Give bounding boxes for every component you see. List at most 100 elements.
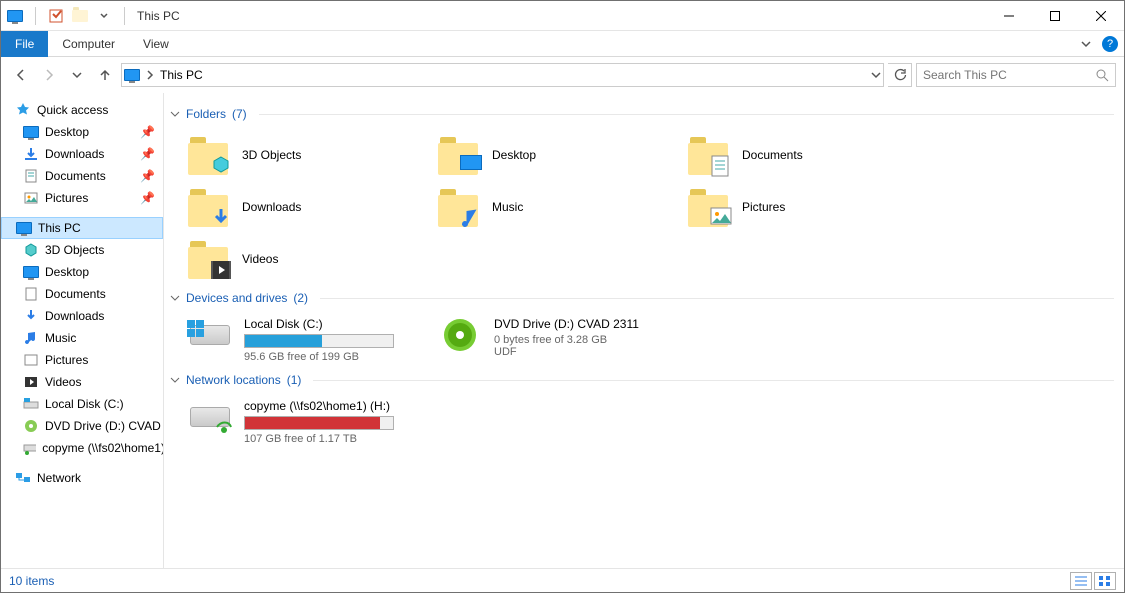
desktop-icon (23, 266, 39, 278)
documents-icon (23, 168, 39, 184)
folder-label: Downloads (242, 200, 301, 214)
sidebar-quickaccess[interactable]: Quick access (1, 99, 163, 121)
titlebar: This PC (1, 1, 1124, 31)
folder-item[interactable]: Documents (664, 129, 914, 181)
sidebar: Quick access Desktop📌 Downloads📌 Documen… (1, 93, 164, 568)
folder-item[interactable]: 3D Objects (164, 129, 414, 181)
sidebar-label: Network (37, 471, 81, 485)
search-box[interactable] (916, 63, 1116, 87)
drive-name: copyme (\\fs02\home1) (H:) (244, 399, 394, 413)
sidebar-item-localdisk[interactable]: Local Disk (C:) (1, 393, 163, 415)
qat-newfolder-icon[interactable] (72, 8, 88, 24)
downloads-icon (23, 146, 39, 162)
sidebar-item-videos[interactable]: Videos (1, 371, 163, 393)
ribbon: File Computer View ? (1, 31, 1124, 57)
ribbon-tab-file[interactable]: File (1, 31, 48, 57)
ribbon-tab-computer[interactable]: Computer (48, 31, 129, 57)
folder-item[interactable]: Downloads (164, 181, 414, 233)
netdrive-icon (23, 440, 36, 456)
star-icon (15, 102, 31, 118)
sidebar-item-desktop[interactable]: Desktop (1, 261, 163, 283)
navbar: This PC (1, 57, 1124, 93)
group-header-network[interactable]: Network locations (1) (170, 373, 1114, 387)
folder-icon (688, 135, 732, 175)
address-bar[interactable]: This PC (121, 63, 884, 87)
sidebar-item-pictures[interactable]: Pictures📌 (1, 187, 163, 209)
sidebar-item-pictures[interactable]: Pictures (1, 349, 163, 371)
documents-icon (23, 286, 39, 302)
search-icon (1095, 68, 1109, 82)
folder-icon (438, 135, 482, 175)
harddrive-icon (190, 325, 230, 345)
folder-label: Desktop (492, 148, 536, 162)
network-icon (15, 470, 31, 486)
pin-icon: 📌 (140, 147, 155, 161)
cube-icon (23, 242, 39, 258)
address-dropdown-icon[interactable] (871, 70, 881, 80)
folder-label: Pictures (742, 200, 785, 214)
desktop-icon (23, 126, 39, 138)
downloads-icon (23, 308, 39, 324)
folder-item[interactable]: Desktop (414, 129, 664, 181)
close-button[interactable] (1078, 1, 1124, 31)
sidebar-thispc[interactable]: This PC (1, 217, 163, 239)
sidebar-label: This PC (38, 221, 81, 235)
view-icons-button[interactable] (1094, 572, 1116, 590)
app-icon (7, 8, 23, 24)
ribbon-expand-icon[interactable] (1078, 36, 1094, 52)
group-header-folders[interactable]: Folders (7) (170, 107, 1114, 121)
drive-item[interactable]: Local Disk (C:) 95.6 GB free of 199 GB (164, 313, 414, 367)
sidebar-item-desktop[interactable]: Desktop📌 (1, 121, 163, 143)
sidebar-item-downloads[interactable]: Downloads📌 (1, 143, 163, 165)
drive-freespace: 0 bytes free of 3.28 GB (494, 334, 644, 346)
drive-name: DVD Drive (D:) CVAD 2311 (494, 317, 644, 331)
up-button[interactable] (93, 63, 117, 87)
pc-icon (124, 67, 140, 83)
dvd-icon (441, 316, 479, 354)
folder-item[interactable]: Videos (164, 233, 414, 285)
forward-button[interactable] (37, 63, 61, 87)
folder-item[interactable]: Pictures (664, 181, 914, 233)
netdrive-icon (190, 407, 230, 427)
search-input[interactable] (923, 68, 1095, 82)
dvd-icon (23, 418, 39, 434)
sidebar-network[interactable]: Network (1, 467, 163, 489)
window-title: This PC (137, 9, 180, 23)
ribbon-tab-view[interactable]: View (129, 31, 183, 57)
chevron-down-icon (170, 293, 180, 303)
folder-label: Music (492, 200, 523, 214)
folder-item[interactable]: Music (414, 181, 664, 233)
folder-label: 3D Objects (242, 148, 301, 162)
videos-icon (23, 374, 39, 390)
sidebar-item-music[interactable]: Music (1, 327, 163, 349)
qat-properties-icon[interactable] (48, 8, 64, 24)
sidebar-item-documents[interactable]: Documents (1, 283, 163, 305)
sidebar-item-dvd[interactable]: DVD Drive (D:) CVAD (1, 415, 163, 437)
breadcrumb[interactable]: This PC (160, 68, 203, 82)
refresh-button[interactable] (888, 63, 912, 87)
drive-format: UDF (494, 346, 644, 358)
folder-icon (438, 187, 482, 227)
maximize-button[interactable] (1032, 1, 1078, 31)
pictures-icon (23, 352, 39, 368)
drive-item[interactable]: copyme (\\fs02\home1) (H:) 107 GB free o… (164, 395, 414, 449)
item-count: 10 items (9, 574, 54, 588)
help-icon[interactable]: ? (1102, 36, 1118, 52)
sidebar-item-downloads[interactable]: Downloads (1, 305, 163, 327)
view-details-button[interactable] (1070, 572, 1092, 590)
sidebar-item-documents[interactable]: Documents📌 (1, 165, 163, 187)
sidebar-label: Quick access (37, 103, 108, 117)
sidebar-item-3dobjects[interactable]: 3D Objects (1, 239, 163, 261)
music-icon (23, 330, 39, 346)
folder-icon (688, 187, 732, 227)
folder-label: Documents (742, 148, 803, 162)
minimize-button[interactable] (986, 1, 1032, 31)
sidebar-item-netdrive[interactable]: copyme (\\fs02\home1) (H:) (1, 437, 163, 459)
back-button[interactable] (9, 63, 33, 87)
drive-item[interactable]: DVD Drive (D:) CVAD 2311 0 bytes free of… (414, 313, 664, 367)
drive-freespace: 95.6 GB free of 199 GB (244, 351, 394, 363)
chevron-down-icon (170, 375, 180, 385)
qat-dropdown-icon[interactable] (96, 8, 112, 24)
recent-dropdown-icon[interactable] (65, 63, 89, 87)
group-header-drives[interactable]: Devices and drives (2) (170, 291, 1114, 305)
